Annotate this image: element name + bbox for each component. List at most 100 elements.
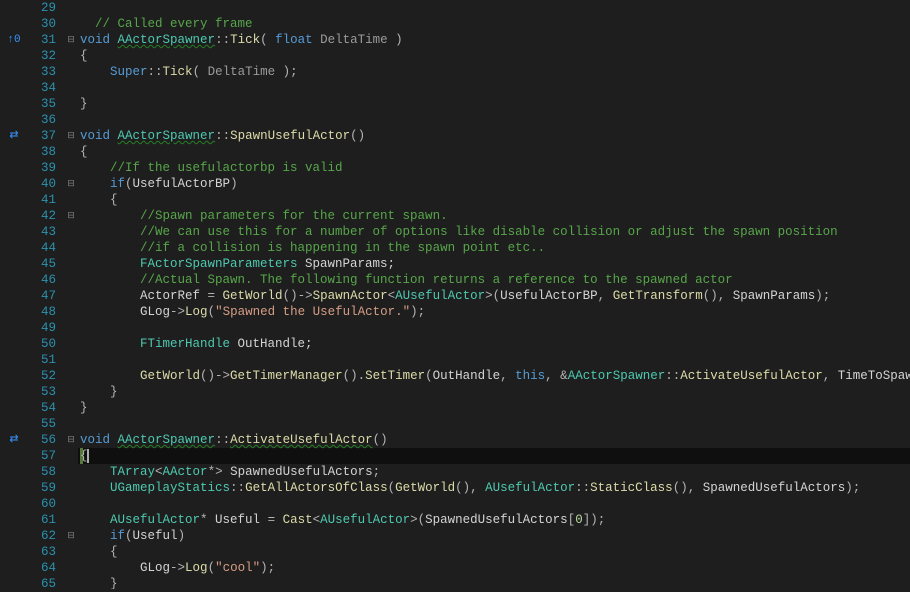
- code-line[interactable]: {: [78, 144, 910, 160]
- code-content[interactable]: // Called every framevoid AActorSpawner:…: [78, 0, 910, 589]
- code-line[interactable]: }: [78, 96, 910, 112]
- code-line[interactable]: void AActorSpawner::ActivateUsefulActor(…: [78, 432, 910, 448]
- code-line[interactable]: {: [78, 48, 910, 64]
- fold-toggle-icon[interactable]: ⊟: [64, 176, 78, 192]
- fold-toggle-icon[interactable]: ⊟: [64, 128, 78, 144]
- fold-blank: [64, 512, 78, 528]
- fold-blank: [64, 224, 78, 240]
- gutter-blank: [0, 576, 28, 592]
- code-token: ->: [170, 305, 185, 319]
- gutter-blank: [0, 176, 28, 192]
- code-line[interactable]: if(UsefulActorBP): [78, 176, 910, 192]
- code-line[interactable]: AUsefulActor* Useful = Cast<AUsefulActor…: [78, 512, 910, 528]
- code-token: [110, 33, 118, 47]
- code-token: ActorRef: [140, 289, 200, 303]
- code-line[interactable]: {: [78, 544, 910, 560]
- code-token: ActivateUsefulActor: [230, 433, 373, 447]
- code-line[interactable]: {: [78, 448, 910, 464]
- code-line[interactable]: GLog->Log("Spawned the UsefulActor.");: [78, 304, 910, 320]
- code-line[interactable]: }: [78, 576, 910, 589]
- code-token: [80, 241, 140, 255]
- fold-blank: [64, 96, 78, 112]
- code-line[interactable]: FTimerHandle OutHandle;: [78, 336, 910, 352]
- line-number: 53: [28, 384, 56, 400]
- reference-indicator-icon[interactable]: ↑0: [0, 32, 28, 48]
- code-token: ::: [215, 433, 230, 447]
- fold-blank: [64, 352, 78, 368]
- code-token: [80, 161, 110, 175]
- code-token: (): [350, 129, 365, 143]
- code-line[interactable]: GetWorld()->GetTimerManager().SetTimer(O…: [78, 368, 910, 384]
- code-token: ]);: [583, 513, 606, 527]
- code-token: [80, 561, 140, 575]
- code-token: ::: [215, 129, 230, 143]
- line-number: 65: [28, 576, 56, 592]
- code-token: AUsefulActor: [485, 481, 575, 495]
- code-line[interactable]: // Called every frame: [78, 16, 910, 32]
- code-token: );: [845, 481, 860, 495]
- fold-toggle-icon[interactable]: ⊟: [64, 528, 78, 544]
- fold-toggle-icon[interactable]: ⊟: [64, 32, 78, 48]
- code-token: TimeToSpawn: [838, 369, 910, 383]
- code-line[interactable]: FActorSpawnParameters SpawnParams;: [78, 256, 910, 272]
- code-token: ::: [148, 65, 163, 79]
- code-line[interactable]: {: [78, 192, 910, 208]
- code-line[interactable]: [78, 0, 910, 16]
- code-token: GetAllActorsOfClass: [245, 481, 388, 495]
- code-line[interactable]: [78, 80, 910, 96]
- code-line[interactable]: TArray<AActor*> SpawnedUsefulActors;: [78, 464, 910, 480]
- line-number: 36: [28, 112, 56, 128]
- code-line[interactable]: //Actual Spawn. The following function r…: [78, 272, 910, 288]
- code-line[interactable]: void AActorSpawner::SpawnUsefulActor(): [78, 128, 910, 144]
- code-token: //Spawn parameters for the current spawn…: [140, 209, 448, 223]
- fold-gutter[interactable]: ⊟ ⊟ ⊟ ⊟ ⊟ ⊟: [64, 0, 78, 589]
- code-line[interactable]: [78, 416, 910, 432]
- line-number: 51: [28, 352, 56, 368]
- code-line[interactable]: [78, 320, 910, 336]
- code-token: }: [80, 401, 88, 415]
- gutter-blank: [0, 384, 28, 400]
- code-token: {: [80, 545, 118, 559]
- code-line[interactable]: //If the usefulactorbp is valid: [78, 160, 910, 176]
- code-token: );: [410, 305, 425, 319]
- line-number: 63: [28, 544, 56, 560]
- code-token: ::: [575, 481, 590, 495]
- code-token: <: [388, 289, 396, 303]
- code-line[interactable]: Super::Tick( DeltaTime );: [78, 64, 910, 80]
- code-line[interactable]: [78, 112, 910, 128]
- gutter-blank: [0, 352, 28, 368]
- code-token: ActivateUsefulActor: [680, 369, 823, 383]
- code-line[interactable]: UGameplayStatics::GetAllActorsOfClass(Ge…: [78, 480, 910, 496]
- gutter-blank: [0, 528, 28, 544]
- gutter-blank: [0, 80, 28, 96]
- code-line[interactable]: //We can use this for a number of option…: [78, 224, 910, 240]
- fold-blank: [64, 480, 78, 496]
- code-token: "cool": [215, 561, 260, 575]
- code-line[interactable]: [78, 352, 910, 368]
- code-line[interactable]: ActorRef = GetWorld()->SpawnActor<AUsefu…: [78, 288, 910, 304]
- code-token: //We can use this for a number of option…: [140, 225, 838, 239]
- code-line[interactable]: GLog->Log("cool");: [78, 560, 910, 576]
- code-token: SpawnActor: [313, 289, 388, 303]
- fold-blank: [64, 320, 78, 336]
- reference-indicator-icon[interactable]: ⇄: [0, 128, 28, 144]
- code-editor[interactable]: ↑0⇄⇄ 29303132333435363738394041424344454…: [0, 0, 910, 589]
- reference-indicator-icon[interactable]: ⇄: [0, 432, 28, 448]
- code-line[interactable]: }: [78, 400, 910, 416]
- line-number: 56: [28, 432, 56, 448]
- line-number: 45: [28, 256, 56, 272]
- code-token: (): [373, 433, 388, 447]
- code-line[interactable]: //Spawn parameters for the current spawn…: [78, 208, 910, 224]
- code-line[interactable]: if(Useful): [78, 528, 910, 544]
- code-token: [80, 369, 140, 383]
- fold-toggle-icon[interactable]: ⊟: [64, 432, 78, 448]
- code-token: [110, 433, 118, 447]
- code-line[interactable]: [78, 496, 910, 512]
- code-line[interactable]: void AActorSpawner::Tick( float DeltaTim…: [78, 32, 910, 48]
- line-number: 46: [28, 272, 56, 288]
- code-line[interactable]: //if a collision is happening in the spa…: [78, 240, 910, 256]
- fold-blank: [64, 496, 78, 512]
- code-token: [80, 481, 110, 495]
- code-line[interactable]: }: [78, 384, 910, 400]
- fold-toggle-icon[interactable]: ⊟: [64, 208, 78, 224]
